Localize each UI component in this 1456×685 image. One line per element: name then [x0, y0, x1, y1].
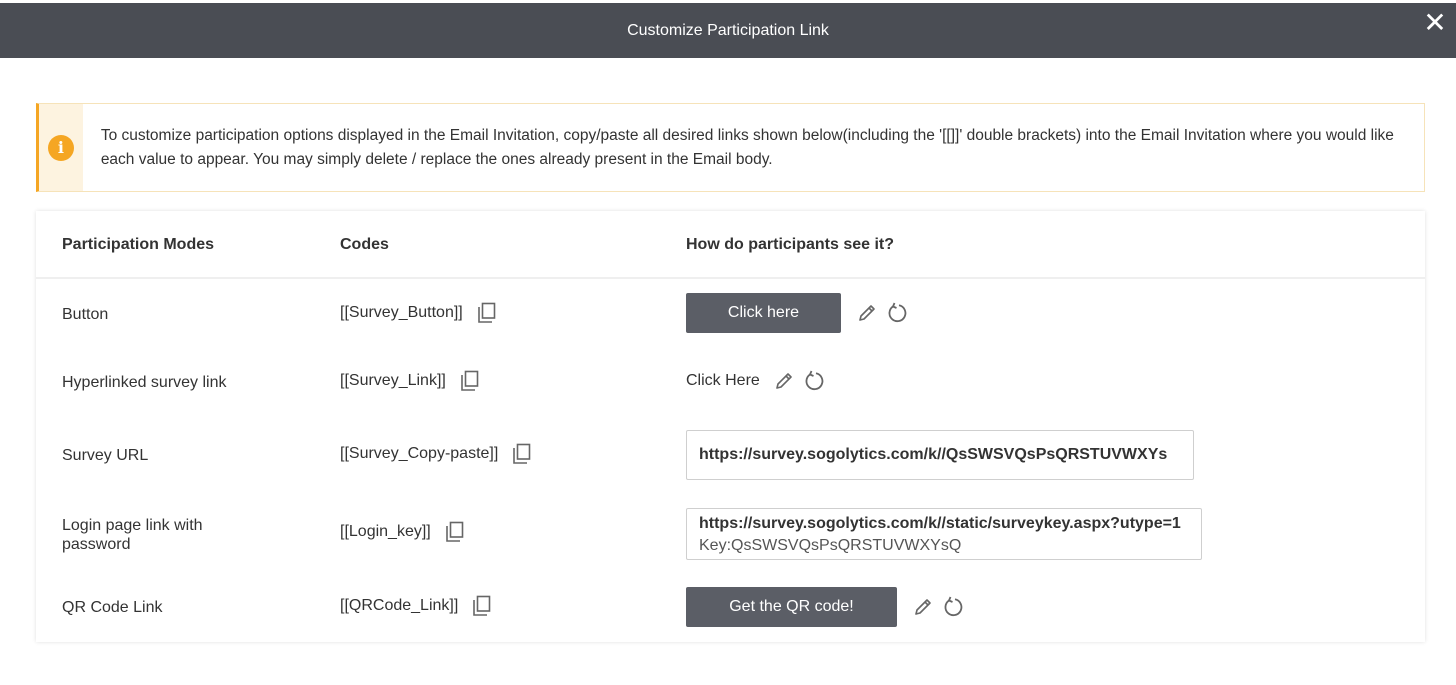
pencil-icon[interactable]: [911, 595, 935, 619]
login-link-field[interactable]: https://survey.sogolytics.com/k//static/…: [686, 508, 1202, 560]
copy-icon[interactable]: [510, 442, 534, 466]
table-row: Hyperlinked survey link [[Survey_Link]] …: [36, 361, 1425, 407]
reset-icon[interactable]: [885, 301, 909, 325]
dialog-title: Customize Participation Link: [627, 21, 829, 39]
header-codes: Codes: [340, 236, 389, 253]
code-cell: [[QRCode_Link]]: [340, 594, 494, 618]
copy-icon[interactable]: [458, 369, 482, 393]
copy-icon[interactable]: [443, 520, 467, 544]
header-participation-modes: Participation Modes: [62, 236, 215, 253]
info-icon: i: [47, 134, 74, 161]
login-url-text: https://survey.sogolytics.com/k//static/…: [699, 515, 1181, 532]
mode-label: Login page link with password: [62, 517, 203, 553]
mode-label: QR Code Link: [62, 599, 163, 616]
survey-url-field[interactable]: https://survey.sogolytics.com/k//QsSWSVQ…: [686, 430, 1194, 480]
preview-click-here-button[interactable]: Click here: [686, 293, 841, 333]
table-header: Participation Modes Codes How do partici…: [36, 211, 1425, 279]
mode-label: Hyperlinked survey link: [62, 374, 227, 391]
table-row: Login page link with password [[Login_ke…: [36, 507, 1425, 561]
copy-icon[interactable]: [475, 301, 499, 325]
code-cell: [[Login_key]]: [340, 520, 467, 544]
notice-text: To customize participation options displ…: [100, 127, 1394, 168]
preview-cell: Get the QR code!: [686, 587, 965, 627]
reset-icon[interactable]: [941, 595, 965, 619]
mode-label: Button: [62, 306, 109, 323]
code-cell: [[Survey_Copy-paste]]: [340, 442, 534, 466]
code-text: [[Survey_Button]]: [340, 304, 463, 321]
code-cell: [[Survey_Link]]: [340, 369, 482, 393]
dialog-header: Customize Participation Link ✕: [0, 3, 1456, 58]
reset-icon[interactable]: [802, 369, 826, 393]
preview-cell: Click Here: [686, 369, 826, 393]
pencil-icon[interactable]: [772, 369, 796, 393]
qr-code-button[interactable]: Get the QR code!: [686, 587, 897, 627]
copy-icon[interactable]: [470, 594, 494, 618]
participation-table: Participation Modes Codes How do partici…: [36, 211, 1425, 642]
table-row: QR Code Link [[QRCode_Link]] Get the QR …: [36, 587, 1425, 627]
code-cell: [[Survey_Button]]: [340, 301, 499, 325]
info-notice: i To customize participation options dis…: [36, 103, 1425, 192]
login-key-text: Key:QsSWSVQsPsQRSTUVWXYsQ: [699, 537, 962, 554]
close-icon[interactable]: ✕: [1420, 9, 1450, 39]
code-text: [[Survey_Copy-paste]]: [340, 445, 499, 462]
preview-click-here-link[interactable]: Click Here: [686, 372, 760, 390]
code-text: [[QRCode_Link]]: [340, 597, 459, 614]
preview-cell: https://survey.sogolytics.com/k//static/…: [686, 508, 1202, 560]
mode-label: Survey URL: [62, 447, 149, 464]
code-text: [[Login_key]]: [340, 523, 431, 540]
table-row: Survey URL [[Survey_Copy-paste]] https:/…: [36, 429, 1425, 481]
preview-cell: https://survey.sogolytics.com/k//QsSWSVQ…: [686, 430, 1194, 480]
code-text: [[Survey_Link]]: [340, 372, 446, 389]
pencil-icon[interactable]: [855, 301, 879, 325]
preview-cell: Click here: [686, 293, 909, 333]
table-row: Button [[Survey_Button]] Click here: [36, 293, 1425, 339]
header-preview: How do participants see it?: [686, 236, 895, 253]
notice-icon-box: i: [39, 104, 83, 191]
